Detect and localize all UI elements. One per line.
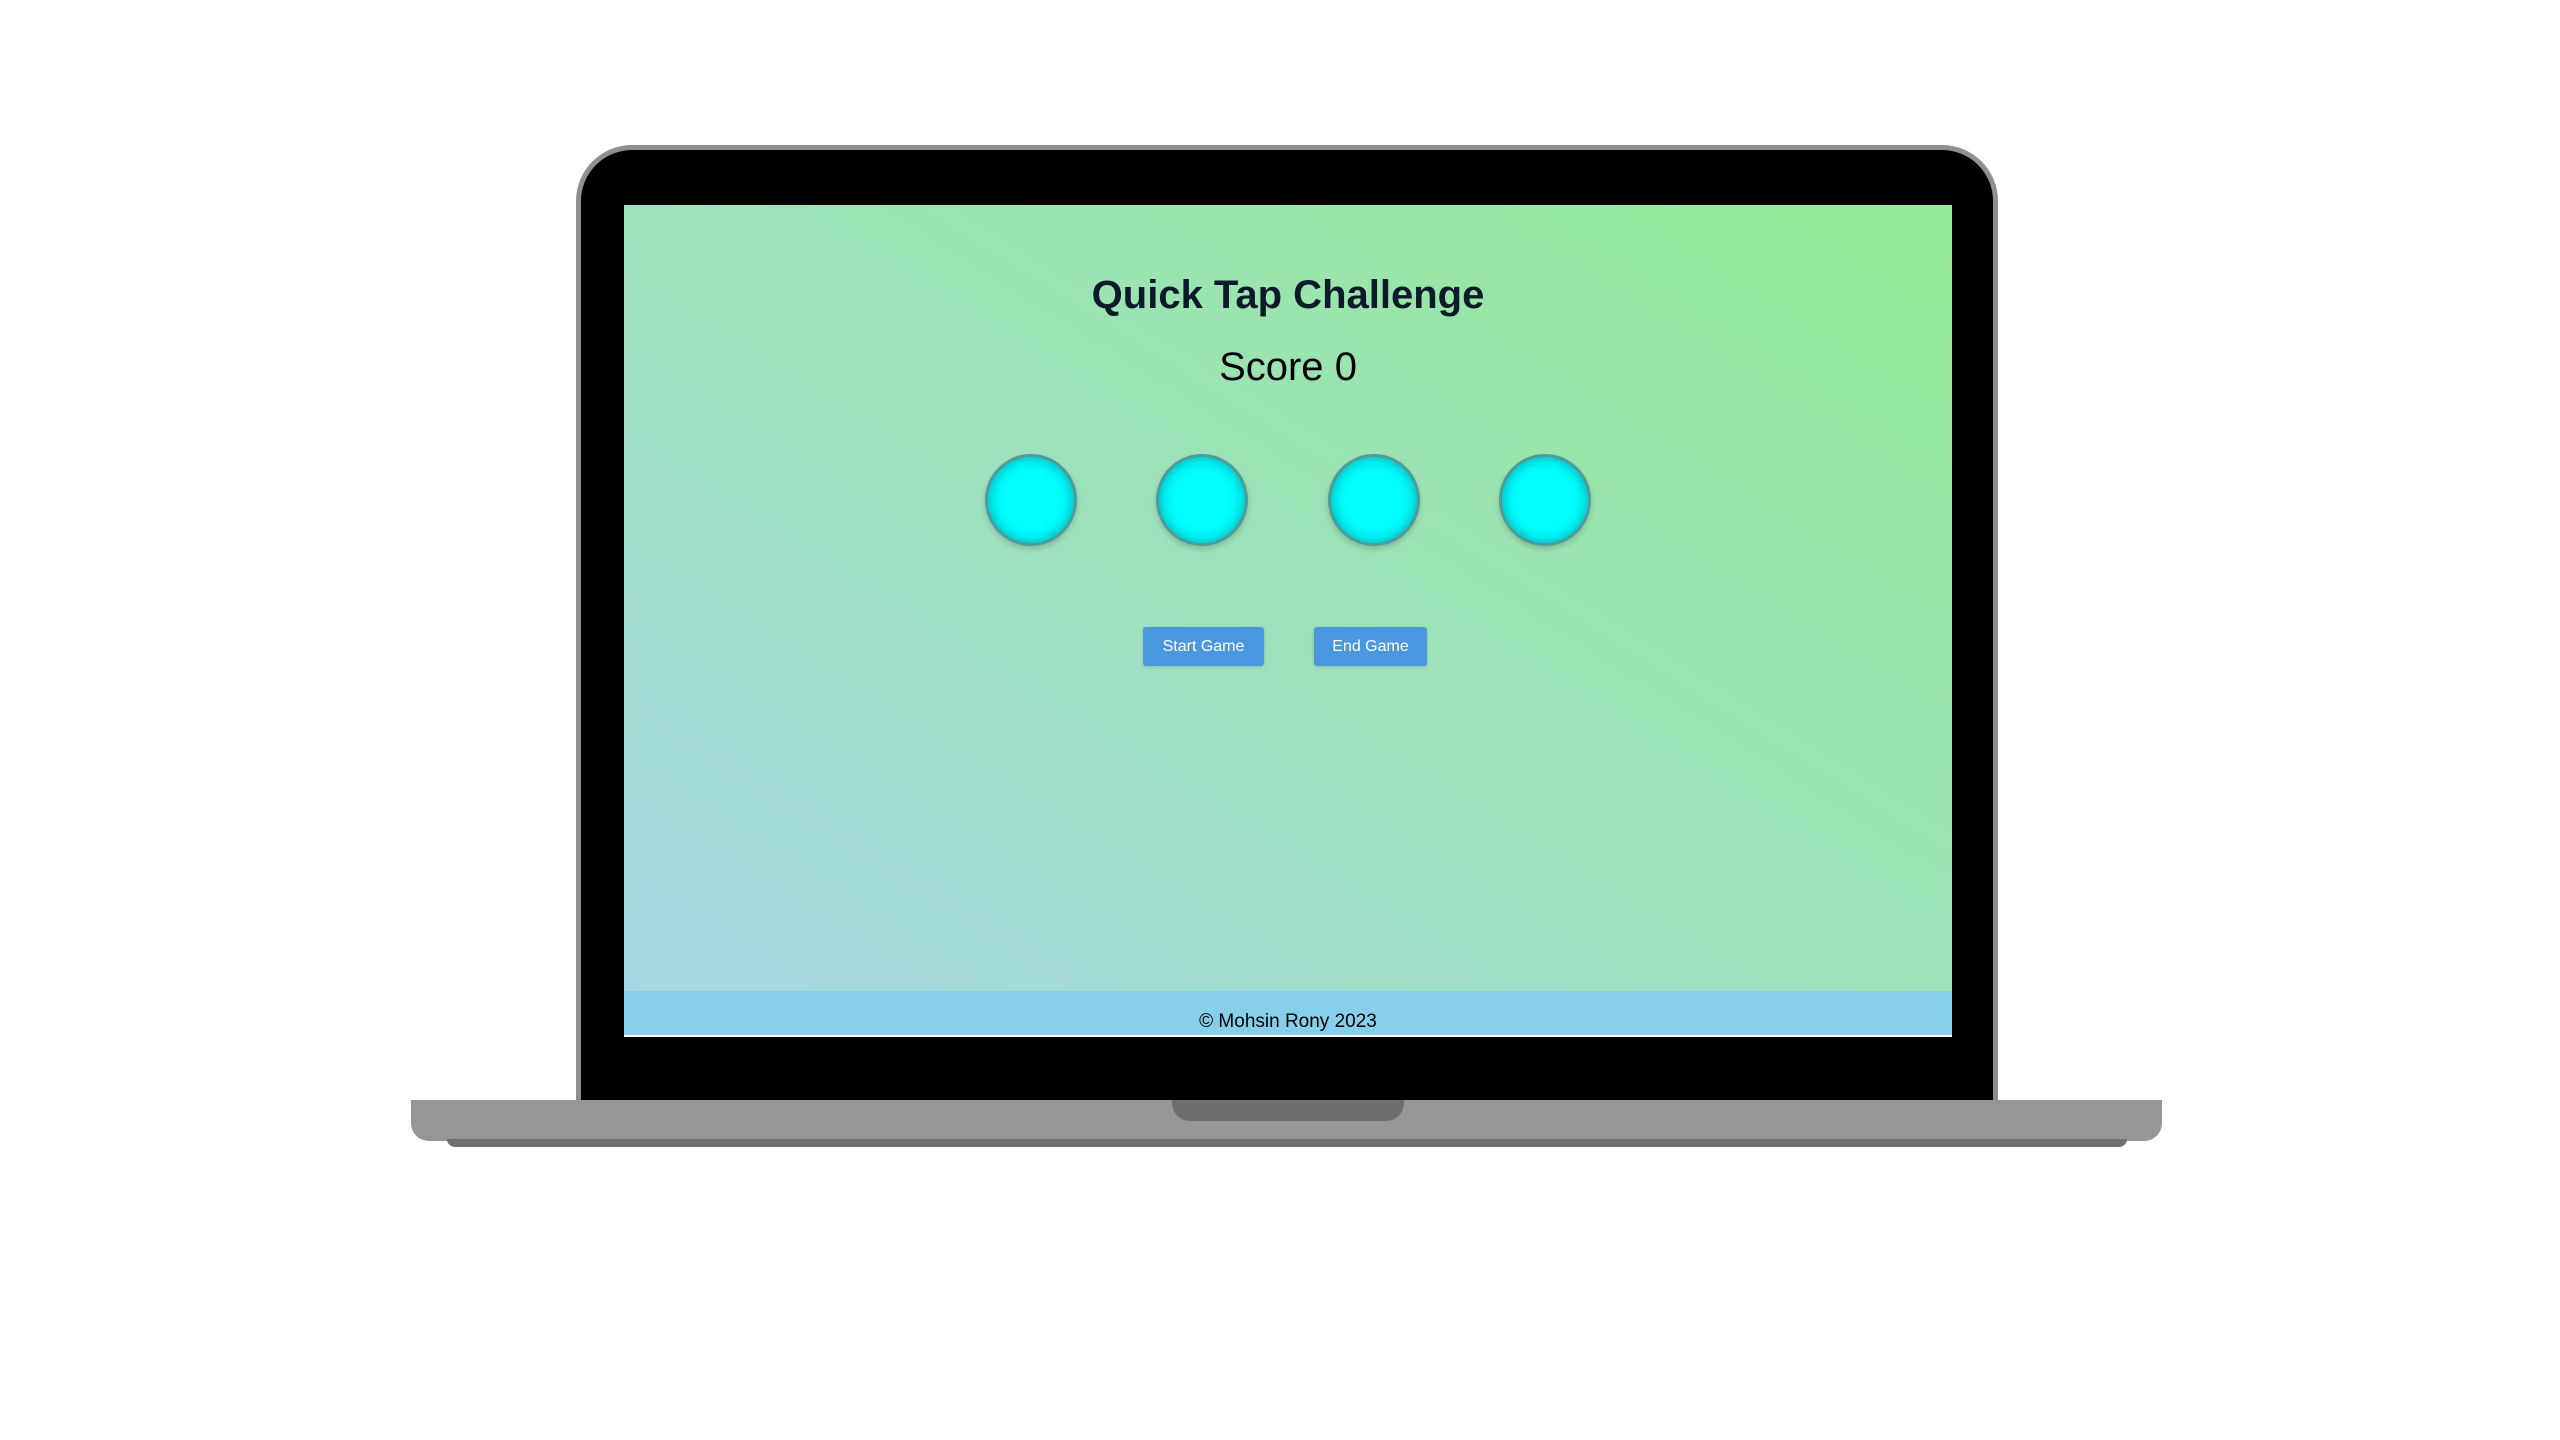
- end-game-button[interactable]: End Game: [1314, 627, 1427, 666]
- score-display: Score 0: [624, 345, 1952, 390]
- footer: © Mohsin Rony 2023: [624, 991, 1952, 1037]
- game-controls: Start Game End Game: [624, 627, 1952, 667]
- laptop-foot: [447, 1139, 2127, 1147]
- score-label: Score: [1219, 345, 1324, 389]
- tap-circle-4[interactable]: [1498, 454, 1591, 546]
- laptop-notch: [1172, 1100, 1404, 1121]
- circle-row: [985, 454, 1591, 548]
- copyright-text: © Mohsin Rony 2023: [1199, 1011, 1377, 1032]
- tap-circle-3[interactable]: [1327, 454, 1420, 546]
- page-title: Quick Tap Challenge: [1091, 273, 1485, 317]
- laptop-mockup: Quick Tap Challenge Score 0 Start Game E…: [0, 0, 2560, 1440]
- tap-circle-2[interactable]: [1156, 454, 1249, 546]
- score-value: 0: [1334, 345, 1357, 389]
- start-game-button[interactable]: Start Game: [1143, 627, 1264, 666]
- tap-circle-1[interactable]: [985, 454, 1077, 546]
- app-screen: Quick Tap Challenge Score 0 Start Game E…: [624, 205, 1952, 1037]
